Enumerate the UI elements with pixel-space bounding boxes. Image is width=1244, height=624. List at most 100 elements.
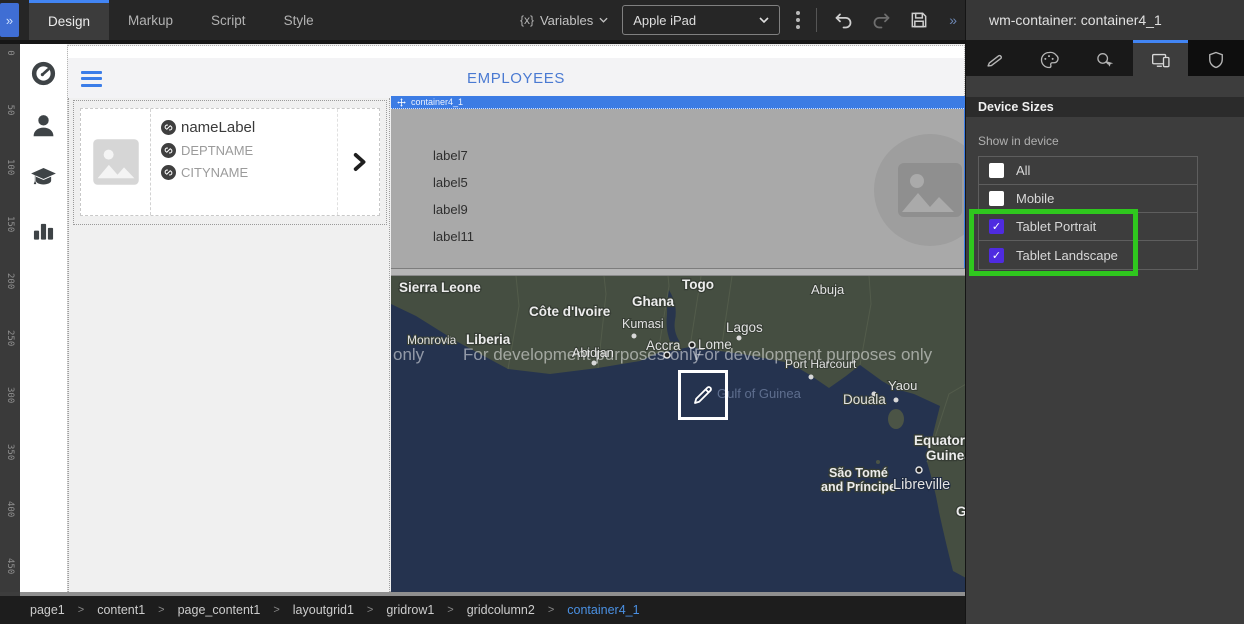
device-option-mobile[interactable]: Mobile bbox=[979, 185, 1197, 213]
save-icon bbox=[909, 10, 929, 30]
map-edit-button[interactable] bbox=[678, 370, 728, 420]
shield-icon bbox=[1206, 50, 1226, 70]
map-label: Yaou bbox=[888, 378, 917, 393]
map-label: Togo bbox=[682, 277, 714, 292]
ruler-mark: 200 bbox=[5, 273, 15, 289]
ruler-mark: 0 bbox=[5, 45, 15, 61]
map-label: Côte d'Ivoire bbox=[529, 304, 611, 319]
map-label: Ghana bbox=[632, 294, 675, 309]
google-map-widget[interactable]: Sierra Leone Côte d'Ivoire Ghana Togo Li… bbox=[391, 276, 966, 593]
redo-button[interactable] bbox=[869, 8, 893, 32]
vertical-ruler: 0 50 100 150 200 250 300 350 400 450 bbox=[0, 44, 20, 592]
variables-icon: {x} bbox=[520, 13, 534, 27]
selected-widget-title: wm-container: container4_1 bbox=[966, 0, 1244, 40]
map-label: São Tomé bbox=[829, 466, 888, 480]
device-option-tablet-portrait[interactable]: Tablet Portrait bbox=[979, 213, 1197, 241]
employee-list-widget[interactable]: nameLabel DEPTNAME CITYNAME bbox=[73, 100, 387, 225]
tab-markup[interactable]: Markup bbox=[109, 0, 192, 40]
binding-link-icon bbox=[161, 143, 176, 158]
dashboard-icon[interactable] bbox=[30, 60, 57, 87]
widget-breadcrumb: page1 > content1 > page_content1 > layou… bbox=[0, 596, 965, 624]
ruler-mark: 400 bbox=[5, 501, 15, 517]
device-sizes-section-title: Device Sizes bbox=[966, 97, 1244, 117]
device-option-all[interactable]: All bbox=[979, 157, 1197, 185]
ruler-mark: 150 bbox=[5, 216, 15, 232]
wavemaker-studio: » Design Markup Script Style {x} Variabl… bbox=[0, 0, 1244, 624]
map-label: Douala bbox=[843, 392, 886, 407]
breadcrumb-separator: > bbox=[548, 604, 554, 616]
breadcrumb-separator: > bbox=[78, 604, 84, 616]
label-widget[interactable]: label9 bbox=[433, 202, 468, 217]
selected-widget-tag[interactable]: container4_1 bbox=[391, 96, 966, 109]
label-widget[interactable]: label11 bbox=[433, 229, 474, 244]
image-placeholder-icon bbox=[90, 136, 142, 188]
education-icon[interactable] bbox=[30, 164, 57, 191]
pencil-icon bbox=[984, 50, 1004, 70]
device-preview-select[interactable]: Apple iPad bbox=[622, 5, 780, 35]
map-label: Abuja bbox=[811, 282, 845, 297]
panel-collapse-button[interactable]: » bbox=[945, 12, 961, 28]
more-options-kebab-icon[interactable] bbox=[794, 11, 802, 29]
checkbox-mobile[interactable] bbox=[989, 191, 1004, 206]
map-watermark: only bbox=[393, 345, 425, 364]
tab-events[interactable] bbox=[1077, 40, 1133, 76]
inspect-icon bbox=[1095, 50, 1115, 70]
breadcrumb-item[interactable]: page1 bbox=[30, 603, 65, 617]
tab-properties[interactable] bbox=[966, 40, 1022, 76]
user-icon[interactable] bbox=[30, 112, 57, 139]
checkbox-tablet-landscape[interactable] bbox=[989, 248, 1004, 263]
toolbar-right-group: {x} Variables Apple iPad » bbox=[520, 5, 961, 35]
label-widget[interactable]: label7 bbox=[433, 148, 468, 163]
device-option-label: Tablet Portrait bbox=[1016, 219, 1096, 234]
map-label: Guinea bbox=[926, 448, 966, 463]
tab-styles[interactable] bbox=[1022, 40, 1078, 76]
map-label: and Príncipe bbox=[821, 480, 896, 494]
checkbox-tablet-portrait[interactable] bbox=[989, 219, 1004, 234]
employee-list-item[interactable]: nameLabel DEPTNAME CITYNAME bbox=[80, 108, 380, 216]
properties-tabs bbox=[966, 40, 1244, 76]
device-option-tablet-landscape[interactable]: Tablet Landscape bbox=[979, 241, 1197, 269]
undo-button[interactable] bbox=[831, 8, 855, 32]
map-watermark: For development purposes only bbox=[694, 345, 933, 364]
variables-menu[interactable]: {x} Variables bbox=[520, 13, 608, 28]
breadcrumb-item[interactable]: content1 bbox=[97, 603, 145, 617]
breadcrumb-item[interactable]: gridcolumn2 bbox=[467, 603, 535, 617]
left-expand-button[interactable]: » bbox=[0, 3, 19, 37]
employee-text-cell: nameLabel DEPTNAME CITYNAME bbox=[151, 109, 337, 215]
breadcrumb-item[interactable]: page_content1 bbox=[178, 603, 261, 617]
device-select-value: Apple iPad bbox=[633, 13, 696, 28]
tab-security[interactable] bbox=[1188, 40, 1244, 76]
page-title: EMPLOYEES bbox=[68, 70, 964, 87]
tab-script[interactable]: Script bbox=[192, 0, 265, 40]
list-item-chevron[interactable] bbox=[337, 109, 379, 215]
chart-icon[interactable] bbox=[30, 216, 57, 243]
checkbox-all[interactable] bbox=[989, 163, 1004, 178]
hamburger-menu-icon[interactable] bbox=[81, 71, 102, 87]
device-option-label: All bbox=[1016, 163, 1030, 178]
ruler-mark: 300 bbox=[5, 387, 15, 403]
chevron-right-icon bbox=[349, 152, 369, 172]
save-button[interactable] bbox=[907, 8, 931, 32]
tab-style[interactable]: Style bbox=[265, 0, 333, 40]
map-top-strip bbox=[391, 269, 966, 276]
palette-icon bbox=[1039, 50, 1059, 70]
breadcrumb-item[interactable]: gridrow1 bbox=[386, 603, 434, 617]
map-water-label: Gulf of Guinea bbox=[717, 386, 802, 401]
label-widget[interactable]: label5 bbox=[433, 175, 468, 190]
redo-icon bbox=[871, 10, 892, 31]
map-label: Kumasi bbox=[622, 317, 664, 331]
chevron-down-icon bbox=[599, 17, 608, 23]
breadcrumb-separator: > bbox=[367, 604, 373, 616]
ruler-mark: 250 bbox=[5, 330, 15, 346]
tab-device-sizes[interactable] bbox=[1133, 40, 1189, 76]
tab-design[interactable]: Design bbox=[29, 0, 109, 40]
page-header[interactable]: EMPLOYEES bbox=[68, 58, 964, 99]
breadcrumb-item[interactable]: layoutgrid1 bbox=[293, 603, 354, 617]
ruler-mark: 350 bbox=[5, 444, 15, 460]
breadcrumb-item-current[interactable]: container4_1 bbox=[567, 603, 639, 617]
pencil-icon bbox=[691, 383, 715, 407]
top-toolbar: » Design Markup Script Style {x} Variabl… bbox=[0, 0, 965, 44]
container4-1-widget[interactable]: label7 label5 label9 label11 bbox=[391, 109, 966, 269]
binding-link-icon bbox=[161, 120, 176, 135]
grid-column-1: nameLabel DEPTNAME CITYNAME bbox=[68, 98, 390, 592]
